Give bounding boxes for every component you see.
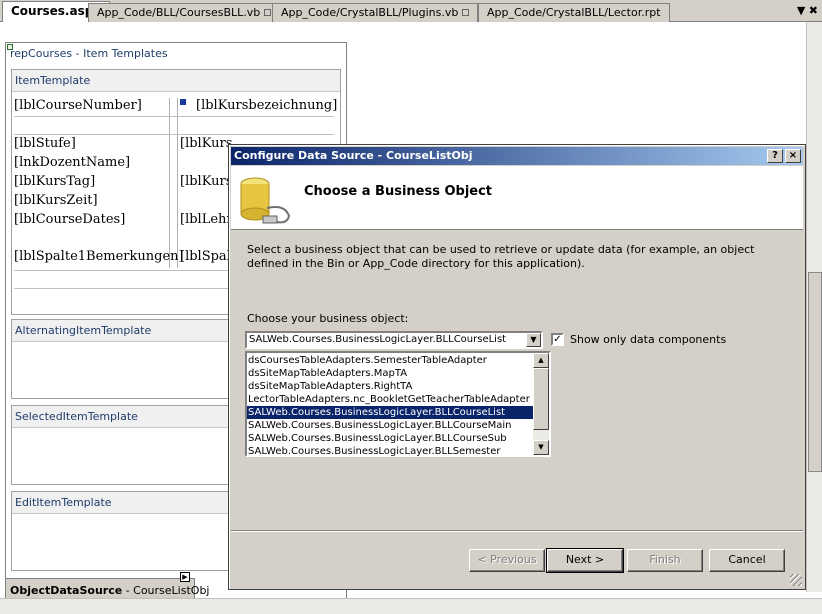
table-divider xyxy=(177,98,178,268)
button-separator xyxy=(231,530,803,532)
list-item[interactable]: SALWeb.Courses.BusinessLogicLayer.BLLCou… xyxy=(247,432,535,445)
resize-grip-icon[interactable] xyxy=(790,574,802,586)
ods-type-label: ObjectDataSource xyxy=(10,584,123,597)
link-dozent-name[interactable]: [lnkDozentName] xyxy=(14,155,130,170)
repeater-title: repCourses - Item Templates xyxy=(10,47,168,60)
tab-label: App_Code/CrystalBLL/Plugins.vb xyxy=(281,6,459,19)
label-kurs-right-2[interactable]: [lblKurs xyxy=(180,174,232,189)
wizard-header: Choose a Business Object xyxy=(231,166,803,230)
wizard-step-title: Choose a Business Object xyxy=(304,184,493,199)
label-kursbezeichnung[interactable]: [lblKursbezeichnung] xyxy=(196,98,337,113)
tab-plugins-vb[interactable]: App_Code/CrystalBLL/Plugins.vb xyxy=(272,3,479,22)
label-kurs-right-1[interactable]: [lblKurs xyxy=(180,136,232,151)
table-divider xyxy=(14,116,334,117)
list-item[interactable]: SALWeb.Courses.BusinessLogicLayer.BLLCou… xyxy=(247,419,535,432)
tab-lector-rpt[interactable]: App_Code/CrystalBLL/Lector.rpt xyxy=(478,3,670,22)
list-item[interactable]: SALWeb.Courses.BusinessLogicLayer.BLLSem… xyxy=(247,445,535,458)
item-template-header: ItemTemplate xyxy=(12,70,340,92)
scroll-thumb[interactable] xyxy=(808,272,822,472)
combobox-value: SALWeb.Courses.BusinessLogicLayer.BLLCou… xyxy=(249,334,507,345)
ods-id-label: - CourseListObj xyxy=(122,584,210,597)
scroll-down-icon[interactable]: ▼ xyxy=(533,440,549,455)
editor-bottom-strip xyxy=(0,598,822,614)
list-scrollbar[interactable]: ▲ ▼ xyxy=(533,353,549,455)
label-course-dates[interactable]: [lblCourseDates] xyxy=(14,212,125,227)
list-item[interactable]: dsSiteMapTableAdapters.MapTA xyxy=(247,367,535,380)
tab-label: App_Code/CrystalBLL/Lector.rpt xyxy=(487,6,661,19)
label-lehr-right[interactable]: [lblLehr xyxy=(180,212,233,227)
scroll-up-icon[interactable]: ▲ xyxy=(533,353,549,368)
tab-label: App_Code/BLL/CoursesBLL.vb xyxy=(97,6,261,19)
dialog-title-bar[interactable]: Configure Data Source - CourseListObj ? … xyxy=(231,147,803,165)
tab-menu-icons[interactable]: ▼ ✖ xyxy=(797,4,818,17)
label-kurs-tag[interactable]: [lblKursTag] xyxy=(14,174,95,189)
business-object-combobox[interactable]: SALWeb.Courses.BusinessLogicLayer.BLLCou… xyxy=(245,331,543,349)
wizard-description: Select a business object that can be use… xyxy=(247,243,755,270)
anchor-icon xyxy=(180,99,186,105)
label-course-number[interactable]: [lblCourseNumber] xyxy=(14,98,142,113)
database-plug-icon xyxy=(240,177,291,224)
list-item[interactable]: dsCoursesTableAdapters.SemesterTableAdap… xyxy=(247,354,535,367)
configure-data-source-dialog: Configure Data Source - CourseListObj ? … xyxy=(228,144,806,590)
finish-button[interactable]: Finish xyxy=(627,549,703,572)
show-only-data-components-label[interactable]: Show only data components xyxy=(570,333,726,346)
list-item[interactable]: LectorTableAdapters.nc_BookletGetTeacher… xyxy=(247,393,535,406)
label-stufe[interactable]: [lblStufe] xyxy=(14,136,76,151)
smart-tag-arrow-icon[interactable]: ▶ xyxy=(180,572,190,582)
document-tabstrip: Courses.aspx App_Code/BLL/CoursesBLL.vb … xyxy=(0,0,822,22)
cancel-button[interactable]: Cancel xyxy=(709,549,785,572)
editor-vertical-scrollbar[interactable] xyxy=(806,22,822,592)
chevron-down-icon[interactable]: ▼ xyxy=(526,333,541,347)
table-divider xyxy=(14,134,334,135)
label-kurs-zeit[interactable]: [lblKursZeit] xyxy=(14,193,98,208)
close-button[interactable]: × xyxy=(785,149,801,163)
list-scroll-thumb[interactable] xyxy=(533,368,549,430)
business-object-list[interactable]: dsCoursesTableAdapters.SemesterTableAdap… xyxy=(245,351,551,457)
previous-button[interactable]: < Previous xyxy=(469,549,545,572)
list-item[interactable]: dsSiteMapTableAdapters.RightTA xyxy=(247,380,535,393)
show-only-data-components-checkbox[interactable]: ✓ xyxy=(551,333,564,346)
help-button[interactable]: ? xyxy=(767,149,783,163)
next-button[interactable]: Next > xyxy=(546,548,624,573)
label-spal-right[interactable]: [lblSpal xyxy=(180,249,231,264)
lock-icon xyxy=(264,9,272,16)
dialog-title: Configure Data Source - CourseListObj xyxy=(234,149,473,162)
lock-icon xyxy=(462,9,470,16)
table-divider xyxy=(169,98,170,268)
choose-object-label: Choose your business object: xyxy=(247,312,409,325)
tab-coursesbll-vb[interactable]: App_Code/BLL/CoursesBLL.vb xyxy=(88,3,281,22)
list-item-selected[interactable]: SALWeb.Courses.BusinessLogicLayer.BLLCou… xyxy=(247,406,535,419)
label-spalte1-bemerkungen[interactable]: [lblSpalte1Bemerkungen] xyxy=(14,249,184,264)
